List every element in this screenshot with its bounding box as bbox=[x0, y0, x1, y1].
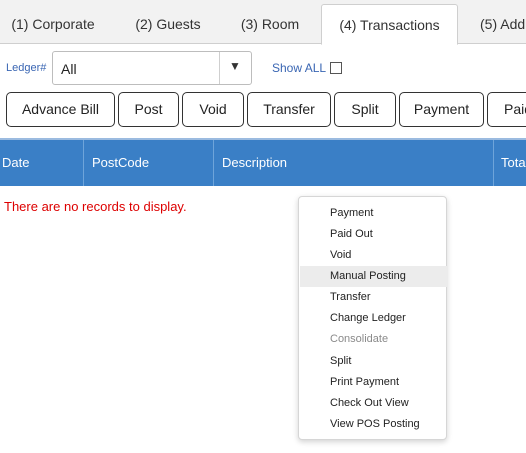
menu-item-payment[interactable]: Payment bbox=[300, 203, 447, 224]
context-menu: Payment Paid Out Void Manual Posting Tra… bbox=[298, 196, 447, 440]
column-total[interactable]: Tota bbox=[499, 140, 526, 186]
advance-bill-button[interactable]: Advance Bill bbox=[6, 92, 115, 127]
menu-item-view-pos-posting[interactable]: View POS Posting bbox=[300, 414, 447, 435]
menu-item-split[interactable]: Split bbox=[300, 351, 447, 372]
column-postcode[interactable]: PostCode bbox=[90, 140, 212, 186]
column-separator bbox=[213, 140, 214, 186]
chevron-down-icon[interactable]: ▼ bbox=[229, 59, 241, 73]
tab-corporate[interactable]: (1) Corporate bbox=[0, 4, 106, 44]
payment-button[interactable]: Payment bbox=[399, 92, 484, 127]
post-button[interactable]: Post bbox=[118, 92, 179, 127]
tab-room[interactable]: (3) Room bbox=[230, 4, 310, 44]
tab-add[interactable]: (5) Add bbox=[468, 4, 526, 44]
menu-item-consolidate: Consolidate bbox=[330, 333, 389, 345]
paid-button[interactable]: Paid bbox=[487, 92, 526, 127]
empty-grid-message: There are no records to display. bbox=[4, 199, 187, 214]
menu-item-print-payment[interactable]: Print Payment bbox=[300, 372, 447, 393]
menu-item-change-ledger[interactable]: Change Ledger bbox=[300, 308, 447, 329]
tab-guests[interactable]: (2) Guests bbox=[118, 4, 218, 44]
show-all-label: Show ALL bbox=[272, 61, 327, 75]
menu-item-transfer[interactable]: Transfer bbox=[300, 287, 447, 308]
menu-item-void[interactable]: Void bbox=[300, 245, 447, 266]
ledger-label: Ledger# bbox=[6, 62, 47, 74]
show-all-checkbox[interactable] bbox=[330, 62, 342, 74]
split-button[interactable]: Split bbox=[334, 92, 396, 127]
column-date[interactable]: Date bbox=[0, 140, 83, 186]
menu-item-paid-out[interactable]: Paid Out bbox=[300, 224, 447, 245]
grid-header: Date PostCode Description Tota bbox=[0, 140, 526, 186]
ledger-select-divider bbox=[219, 52, 220, 84]
tab-bar: (1) Corporate (2) Guests (3) Room (4) Tr… bbox=[0, 0, 526, 45]
column-description[interactable]: Description bbox=[220, 140, 492, 186]
column-separator bbox=[493, 140, 494, 186]
menu-item-check-out-view[interactable]: Check Out View bbox=[300, 393, 447, 414]
tab-transactions[interactable]: (4) Transactions bbox=[321, 4, 458, 45]
column-separator bbox=[83, 140, 84, 186]
ledger-selected-value: All bbox=[61, 61, 77, 77]
void-button[interactable]: Void bbox=[182, 92, 244, 127]
ledger-select[interactable]: All ▼ bbox=[52, 51, 252, 85]
menu-item-manual-posting[interactable]: Manual Posting bbox=[300, 266, 447, 287]
transfer-button[interactable]: Transfer bbox=[247, 92, 331, 127]
